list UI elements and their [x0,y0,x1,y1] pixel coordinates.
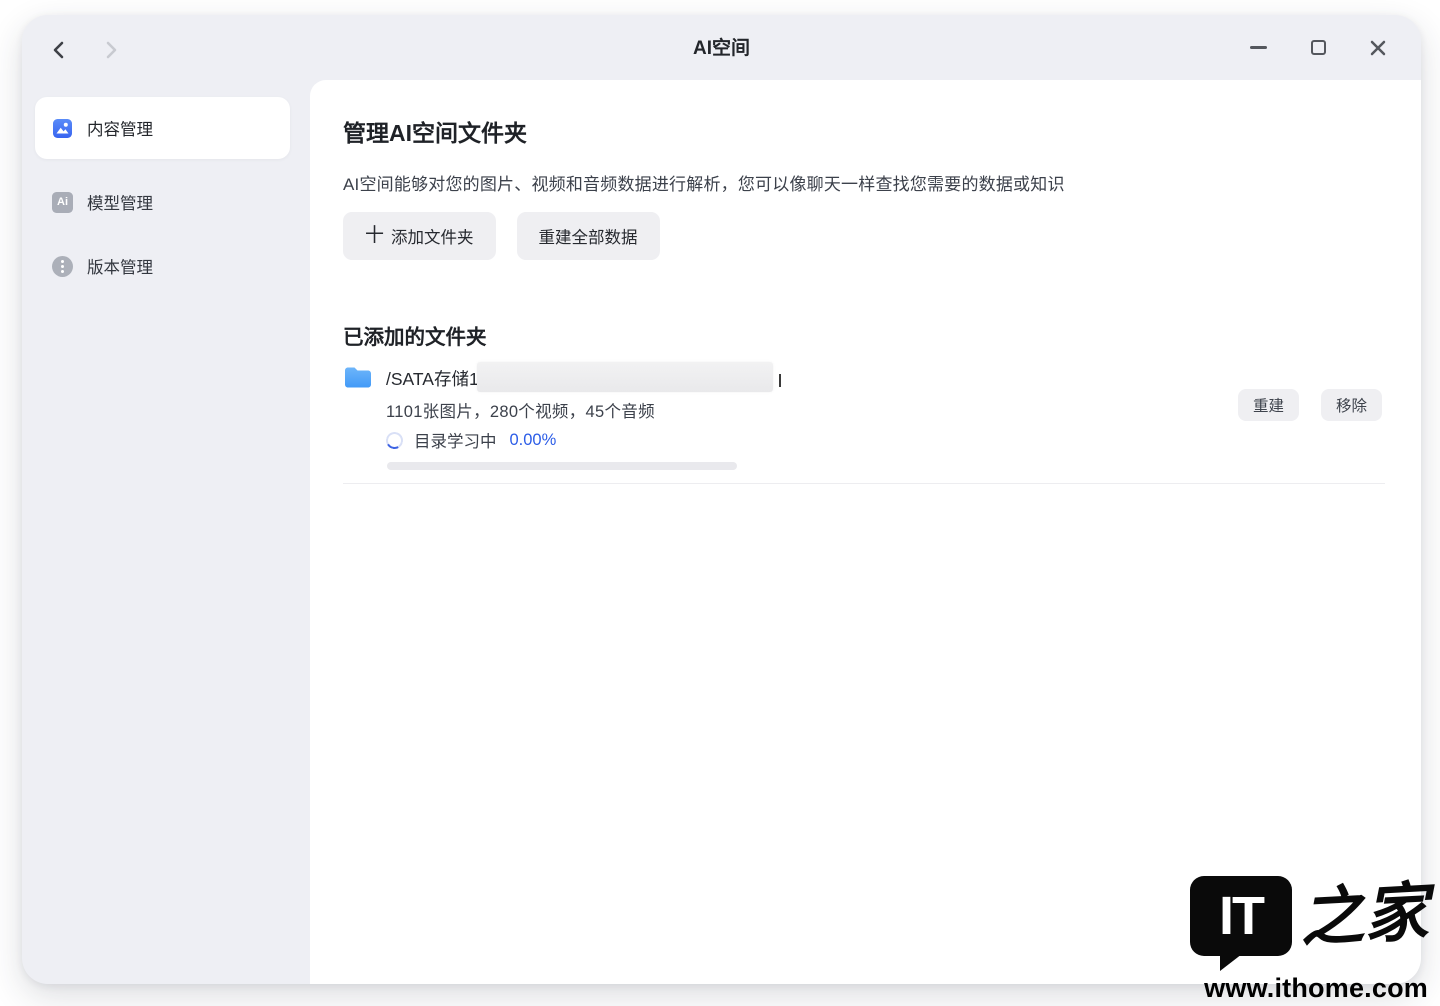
speech-bubble-tail [1220,954,1242,971]
redacted-folder-name [477,362,773,392]
desktop-background: AI空间 [0,0,1440,1006]
progress-bar [387,462,737,470]
rebuild-all-button[interactable]: 重建全部数据 [517,212,660,260]
ithome-watermark: IT 之家 www.ithome.com [1190,876,1428,1004]
folder-stats: 1101张图片，280个视频，45个音频 [386,398,655,422]
close-icon [1368,38,1388,58]
folder-name: /SATA存储1 [386,366,479,391]
sidebar-item-content-management[interactable]: 内容管理 [35,97,290,159]
maximize-icon [1311,40,1326,55]
folder-list-item: /SATA存储1 1101张图片，280个视频，45个音频 目录学习中 0.00… [343,362,1385,562]
minimize-icon [1250,46,1267,49]
maximize-button[interactable] [1305,35,1331,61]
added-folders-title: 已添加的文件夹 [343,320,487,350]
plus-icon: 十 [365,226,384,245]
sidebar-item-model-management[interactable]: Ai 模型管理 [35,178,290,226]
sidebar-item-label: 模型管理 [87,190,153,214]
add-folder-button[interactable]: 十 添加文件夹 [343,212,496,260]
window-controls [1245,15,1391,80]
page-description: AI空间能够对您的图片、视频和音频数据进行解析，您可以像聊天一样查找您需要的数据… [343,170,1065,195]
main-panel: 管理AI空间文件夹 AI空间能够对您的图片、视频和音频数据进行解析，您可以像聊天… [310,80,1421,984]
sidebar: 内容管理 Ai 模型管理 版本管理 [22,80,310,984]
content-image-icon [52,118,73,139]
progress-percent: 0.00% [510,431,557,450]
titlebar: AI空间 [22,15,1421,80]
list-divider [343,483,1385,484]
minimize-button[interactable] [1245,35,1271,61]
folder-actions: 重建 移除 [1238,389,1382,421]
folder-icon [344,366,372,389]
close-button[interactable] [1365,35,1391,61]
sidebar-item-label: 版本管理 [87,254,153,278]
toolbar: 十 添加文件夹 重建全部数据 [343,212,660,260]
ithome-logo-cn: 之家 [1298,881,1429,952]
ithome-logo-text: IT [1219,889,1263,943]
remove-folder-button[interactable]: 移除 [1321,389,1382,421]
version-dots-icon [52,256,73,277]
loading-spinner-icon [384,430,405,451]
page-title: 管理AI空间文件夹 [343,114,527,148]
folder-status: 目录学习中 [414,428,497,452]
folder-status-line: 目录学习中 0.00% [386,428,556,452]
ai-model-icon: Ai [52,192,73,213]
ithome-logo-row: IT 之家 [1190,876,1428,956]
rebuild-folder-button[interactable]: 重建 [1238,389,1299,421]
folder-info: /SATA存储1 1101张图片，280个视频，45个音频 目录学习中 0.00… [386,362,1215,394]
window-title: AI空间 [22,15,1421,80]
add-folder-label: 添加文件夹 [391,224,474,248]
folder-name-line: /SATA存储1 [386,362,1215,394]
sidebar-item-label: 内容管理 [87,116,153,140]
ithome-logo: IT [1190,876,1292,956]
ithome-url: www.ithome.com [1190,973,1428,1004]
ai-space-window: AI空间 [22,15,1421,984]
sidebar-item-version-management[interactable]: 版本管理 [35,242,290,290]
